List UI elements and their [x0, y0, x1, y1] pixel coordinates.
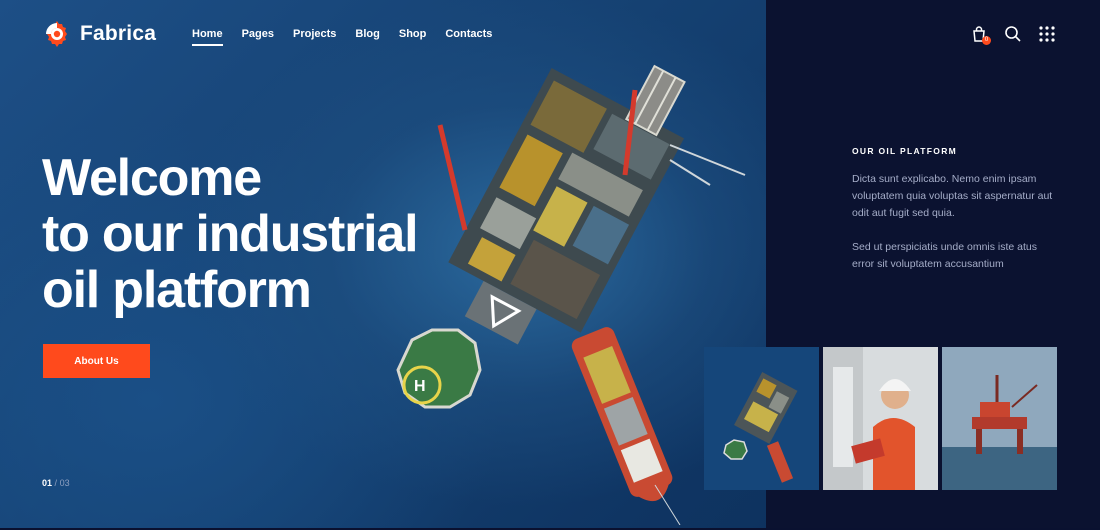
hero-headline: Welcome to our industrial oil platform [42, 149, 419, 319]
header-actions: 0 [954, 25, 1056, 45]
about-us-button[interactable]: About Us [43, 344, 150, 378]
pager-total: 03 [59, 478, 70, 488]
grid-menu-icon[interactable] [1038, 25, 1056, 43]
brand-name: Fabrica [80, 22, 157, 45]
brand-logo[interactable]: Fabrica [42, 19, 156, 49]
search-icon[interactable] [1004, 25, 1022, 43]
headline-line-1: Welcome [42, 149, 262, 207]
side-section-label: OUR OIL PLATFORM [852, 146, 958, 156]
thumbnail-rig-aerial[interactable] [704, 347, 819, 490]
cart-count-badge: 0 [982, 36, 991, 45]
side-paragraph-1: Dicta sunt explicabo. Nemo enim ipsam vo… [852, 173, 1053, 219]
pager-current: 01 [42, 478, 53, 488]
nav-projects[interactable]: Projects [293, 28, 336, 46]
svg-text:H: H [414, 378, 426, 395]
nav-home[interactable]: Home [192, 28, 223, 46]
headline-line-2: to our industrial [42, 205, 419, 263]
nav-pages[interactable]: Pages [242, 28, 274, 46]
shopping-bag-icon[interactable]: 0 [970, 25, 991, 45]
thumbnail-rig-sea[interactable] [942, 347, 1057, 490]
slide-pager: 01 / 03 [42, 478, 70, 488]
gear-logo-icon [42, 19, 72, 49]
thumbnail-worker[interactable] [823, 347, 938, 490]
headline-line-3: oil platform [42, 261, 312, 319]
pager-separator: / [54, 478, 58, 488]
side-paragraph-2: Sed ut perspiciatis unde omnis iste atus… [852, 241, 1038, 270]
